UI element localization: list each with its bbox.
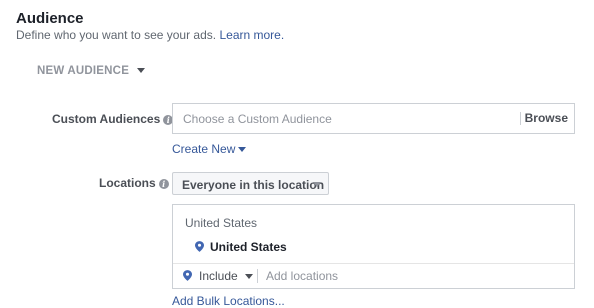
new-audience-dropdown[interactable]: NEW AUDIENCE — [37, 65, 146, 77]
audience-panel: Audience Define who you want to see your… — [0, 0, 594, 308]
create-new-label: Create New — [172, 142, 236, 156]
locations-label-text: Locations — [99, 176, 156, 190]
location-input-row: Include Add locations — [173, 264, 574, 289]
selected-location-item[interactable]: United States — [195, 240, 287, 254]
caret-down-icon — [244, 274, 253, 280]
include-label: Include — [199, 269, 238, 283]
map-pin-icon — [183, 270, 192, 281]
caret-down-icon — [238, 147, 247, 153]
create-new-dropdown[interactable]: Create New — [172, 142, 247, 156]
include-dropdown[interactable]: Include — [183, 269, 253, 283]
caret-down-icon — [313, 182, 321, 187]
subtitle-text: Define who you want to see your ads. — [16, 28, 217, 42]
learn-more-link[interactable]: Learn more. — [219, 28, 284, 42]
browse-button[interactable]: Browse — [525, 111, 568, 125]
locations-box: United States United States Include Add … — [172, 204, 575, 289]
location-type-value: Everyone in this location — [182, 178, 325, 192]
custom-audiences-label: Custom Audiences i — [52, 112, 174, 126]
info-icon[interactable]: i — [158, 179, 169, 189]
divider — [520, 112, 521, 125]
selected-location-label: United States — [210, 240, 287, 254]
section-title: Audience — [16, 10, 84, 27]
custom-audiences-label-text: Custom Audiences — [52, 112, 161, 126]
new-audience-label: NEW AUDIENCE — [37, 65, 130, 77]
section-subtitle: Define who you want to see your ads. Lea… — [16, 28, 284, 42]
custom-audience-field[interactable]: Choose a Custom Audience Browse — [172, 103, 575, 134]
chevron-down-icon — [137, 68, 146, 74]
location-country-header: United States — [185, 216, 258, 230]
add-bulk-locations-link[interactable]: Add Bulk Locations... — [172, 294, 285, 308]
add-locations-input[interactable]: Add locations — [266, 269, 338, 283]
map-pin-icon — [195, 241, 204, 252]
divider — [257, 269, 258, 283]
custom-audience-input[interactable]: Choose a Custom Audience — [183, 112, 332, 126]
locations-label: Locations i — [99, 176, 169, 190]
location-type-select[interactable]: Everyone in this location — [172, 172, 329, 195]
